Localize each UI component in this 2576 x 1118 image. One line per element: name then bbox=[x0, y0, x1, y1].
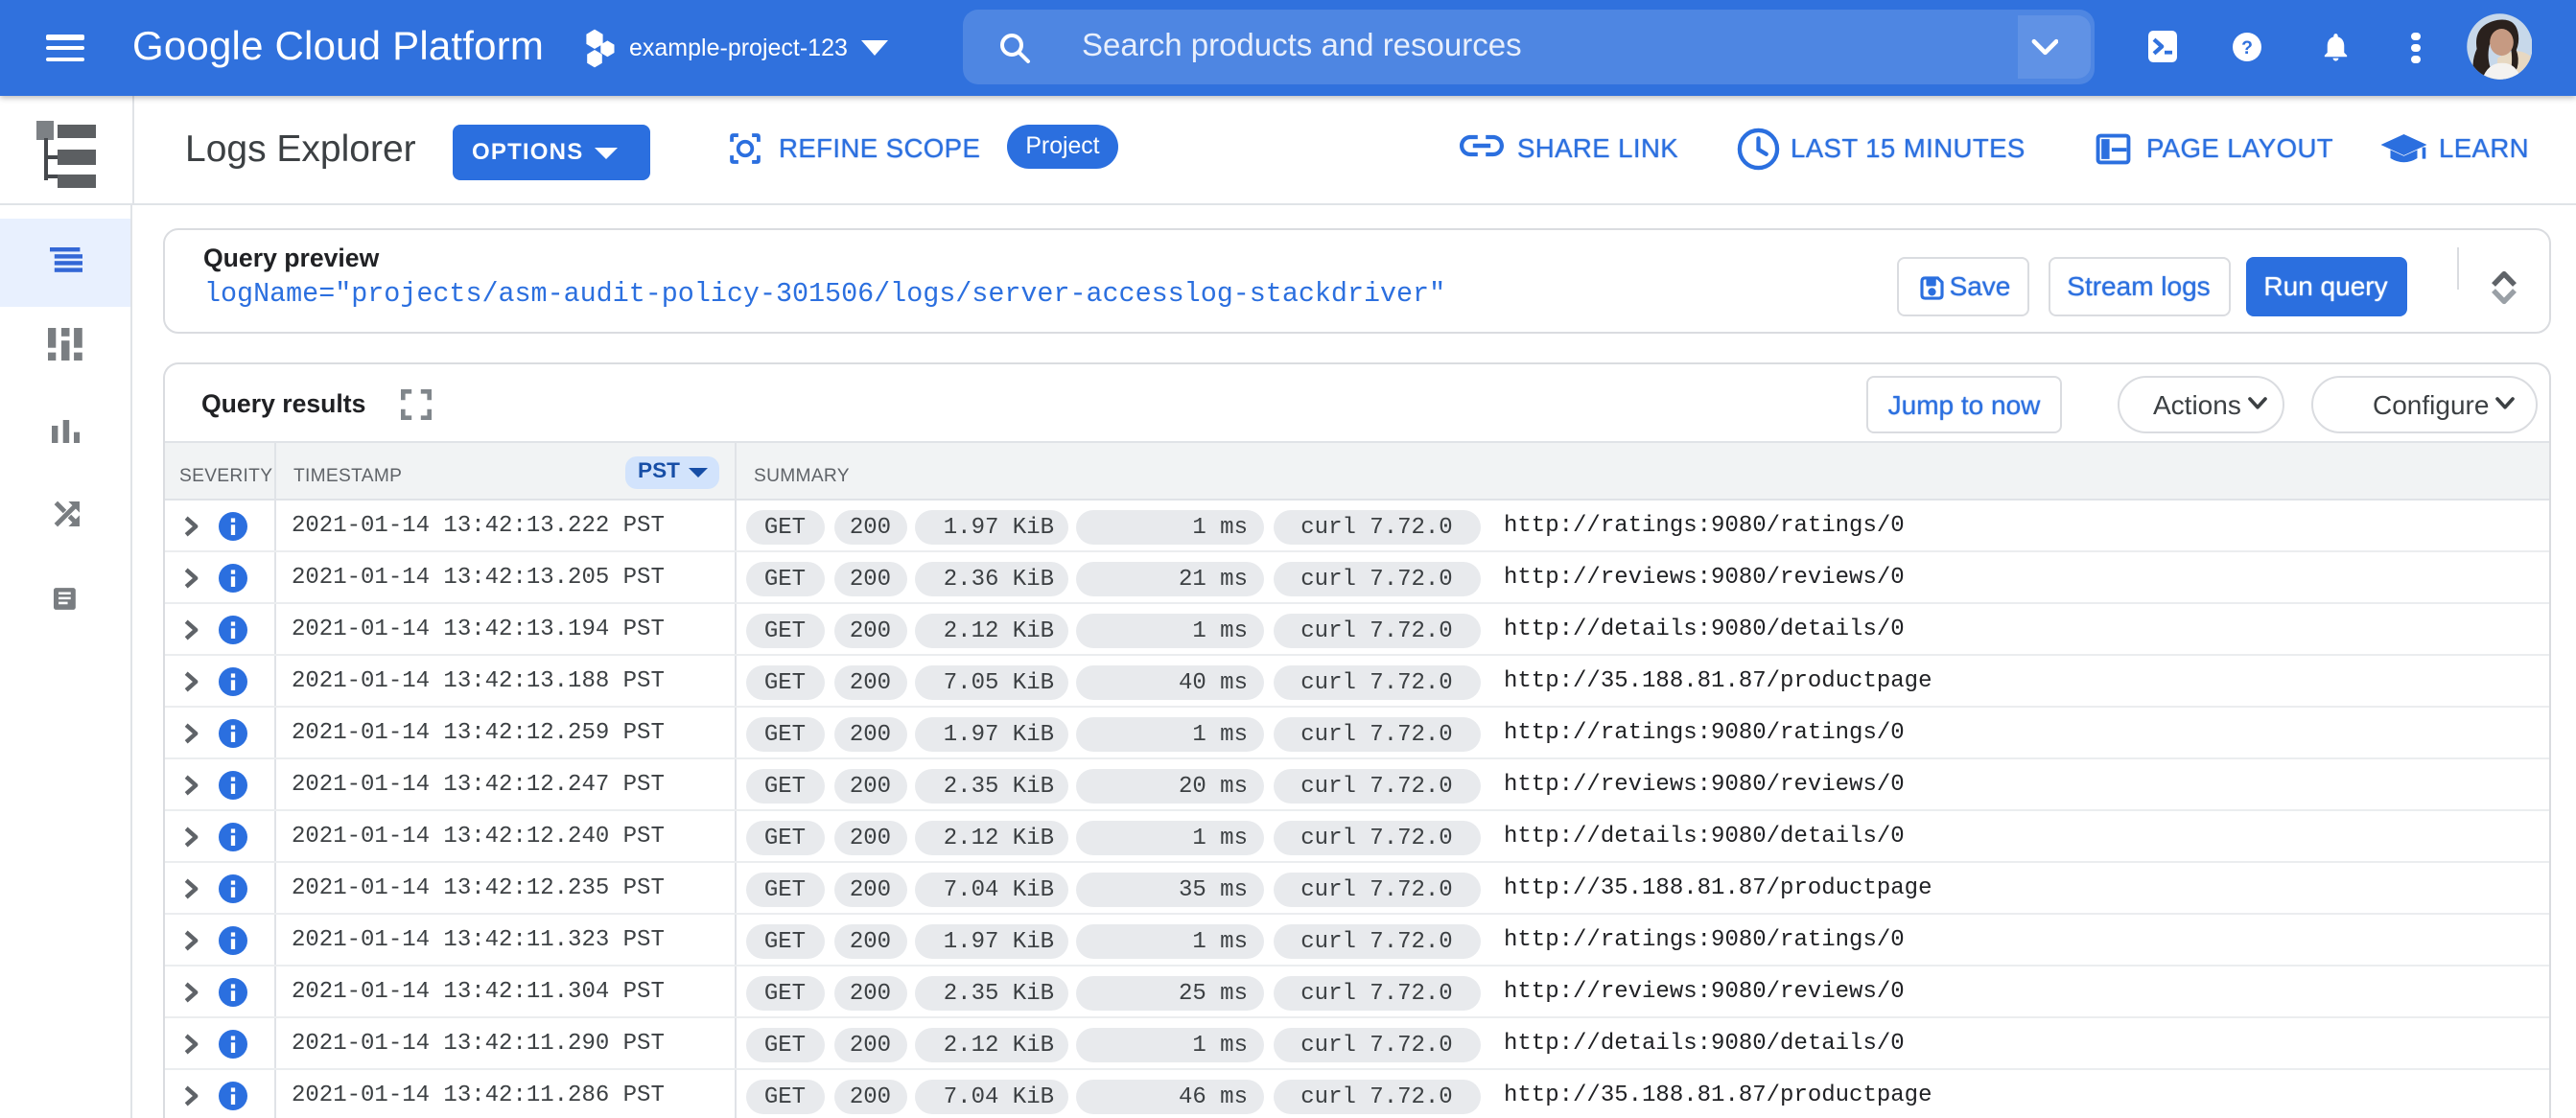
svg-text:?: ? bbox=[2240, 37, 2252, 58]
